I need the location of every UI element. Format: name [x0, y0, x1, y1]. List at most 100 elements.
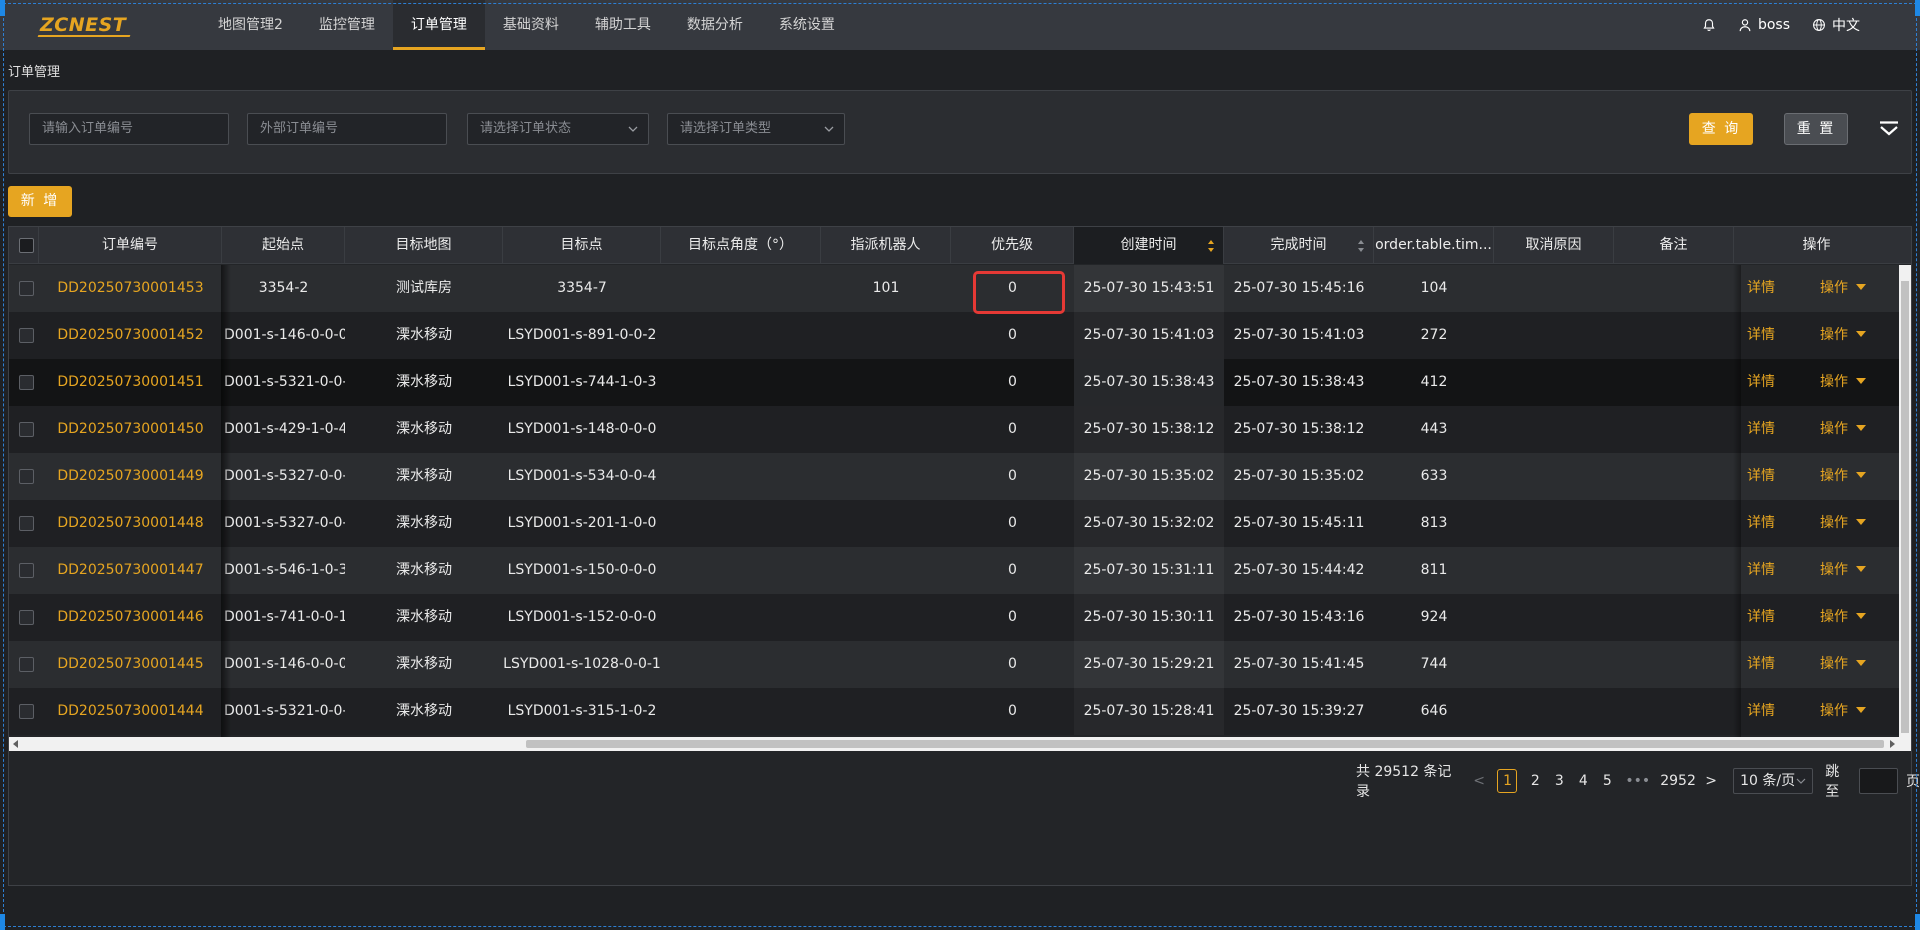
language-switch[interactable]: 中文 — [1812, 15, 1860, 35]
detail-link[interactable]: 详情 — [1747, 641, 1775, 688]
order-number-link[interactable]: DD20250730001452 — [39, 312, 222, 359]
row-checkbox[interactable] — [19, 469, 34, 484]
col-priority: 优先级 — [951, 227, 1074, 264]
select-all-checkbox[interactable] — [19, 238, 34, 253]
horizontal-scrollbar[interactable] — [9, 737, 1899, 751]
order-number-link[interactable]: DD20250730001444 — [39, 688, 222, 735]
detail-link[interactable]: 详情 — [1747, 406, 1775, 453]
nav-analytics[interactable]: 数据分析 — [669, 0, 761, 50]
page-4[interactable]: 4 — [1577, 773, 1589, 789]
operations-dropdown[interactable]: 操作 — [1820, 641, 1866, 688]
order-number-link[interactable]: DD20250730001445 — [39, 641, 222, 688]
operations-label: 操作 — [1820, 609, 1848, 625]
nav-map-management[interactable]: 地图管理2 — [200, 0, 301, 50]
scroll-left-icon[interactable] — [13, 740, 18, 748]
page-2[interactable]: 2 — [1529, 773, 1541, 789]
nav-monitoring[interactable]: 监控管理 — [301, 0, 393, 50]
detail-link[interactable]: 详情 — [1747, 500, 1775, 547]
sort-icon[interactable] — [1207, 239, 1215, 253]
table-row[interactable]: DD20250730001451 D001-s-5321-0-0-0 溧水移动 LSY… — [9, 359, 1911, 406]
page-1[interactable]: 1 — [1497, 769, 1518, 793]
row-checkbox[interactable] — [19, 516, 34, 531]
cancel-reason-cell — [1494, 453, 1614, 500]
detail-link[interactable]: 详情 — [1747, 453, 1775, 500]
next-page-icon[interactable]: > — [1705, 773, 1717, 789]
table-row[interactable]: DD20250730001453 3354-2 测试库房 3354-7 101 0 25-0… — [9, 265, 1911, 312]
row-checkbox[interactable] — [19, 563, 34, 578]
external-order-input[interactable]: 外部订单编号 — [247, 113, 447, 145]
table-row[interactable]: DD20250730001449 D001-s-5327-0-0-0 溧水移动 LSY… — [9, 453, 1911, 500]
table-row[interactable]: DD20250730001446 D001-s-741-0-0-1 溧水移动 LSYD… — [9, 594, 1911, 641]
scroll-right-icon[interactable] — [1890, 740, 1895, 748]
horizontal-scroll-thumb[interactable] — [526, 740, 1884, 748]
nav-tools[interactable]: 辅助工具 — [577, 0, 669, 50]
priority-cell: 0 — [1008, 327, 1017, 343]
query-button[interactable]: 查 询 — [1689, 113, 1753, 145]
col-target-angle: 目标点角度（°） — [661, 227, 821, 264]
detail-link[interactable]: 详情 — [1747, 594, 1775, 641]
row-checkbox[interactable] — [19, 704, 34, 719]
start-point-cell: 3354-2 — [258, 280, 309, 296]
operations-dropdown[interactable]: 操作 — [1820, 453, 1866, 500]
order-number-input[interactable]: 请输入订单编号 — [29, 113, 229, 145]
table-row[interactable]: DD20250730001450 D001-s-429-1-0-4 溧水移动 LSYD… — [9, 406, 1911, 453]
detail-link[interactable]: 详情 — [1747, 359, 1775, 406]
order-number-link[interactable]: DD20250730001449 — [39, 453, 222, 500]
detail-link[interactable]: 详情 — [1747, 547, 1775, 594]
operations-dropdown[interactable]: 操作 — [1820, 312, 1866, 359]
order-number-link[interactable]: DD20250730001448 — [39, 500, 222, 547]
row-checkbox[interactable] — [19, 328, 34, 343]
prev-page-icon[interactable]: < — [1473, 773, 1485, 789]
order-number-link[interactable]: DD20250730001451 — [39, 359, 222, 406]
col-created-time[interactable]: 创建时间 — [1074, 227, 1224, 264]
add-order-button[interactable]: 新 增 — [8, 186, 72, 217]
order-type-select[interactable]: 请选择订单类型 — [667, 113, 845, 145]
operations-dropdown[interactable]: 操作 — [1820, 265, 1866, 312]
logo[interactable]: ZCNEST — [40, 14, 126, 36]
nav-orders[interactable]: 订单管理 — [392, 0, 485, 50]
row-checkbox[interactable] — [19, 422, 34, 437]
collapse-filter-icon[interactable] — [1879, 121, 1899, 137]
vertical-scrollbar[interactable] — [1899, 265, 1911, 751]
caret-down-icon — [1856, 613, 1866, 619]
operations-dropdown[interactable]: 操作 — [1820, 594, 1866, 641]
page-ellipsis[interactable]: ••• — [1625, 773, 1650, 789]
target-angle-cell — [661, 406, 821, 453]
operations-dropdown[interactable]: 操作 — [1820, 547, 1866, 594]
vertical-scroll-thumb[interactable] — [1901, 281, 1909, 733]
reset-button[interactable]: 重 置 — [1784, 113, 1848, 145]
target-angle-cell — [661, 594, 821, 641]
nav-basic-data[interactable]: 基础资料 — [485, 0, 577, 50]
row-checkbox[interactable] — [19, 375, 34, 390]
table-row[interactable]: DD20250730001447 D001-s-546-1-0-3 溧水移动 LSYD… — [9, 547, 1911, 594]
operations-dropdown[interactable]: 操作 — [1820, 500, 1866, 547]
order-number-link[interactable]: DD20250730001450 — [39, 406, 222, 453]
user-menu[interactable]: boss — [1738, 17, 1790, 33]
order-status-select[interactable]: 请选择订单状态 — [467, 113, 649, 145]
order-number-link[interactable]: DD20250730001453 — [39, 265, 222, 312]
page-size-select[interactable]: 10 条/页 — [1733, 768, 1814, 794]
page-5[interactable]: 5 — [1601, 773, 1613, 789]
notification-button[interactable] — [1702, 18, 1716, 32]
table-row[interactable]: DD20250730001452 D001-s-146-0-0-0 溧水移动 LSYD… — [9, 312, 1911, 359]
order-number-link[interactable]: DD20250730001446 — [39, 594, 222, 641]
row-checkbox[interactable] — [19, 610, 34, 625]
detail-link[interactable]: 详情 — [1747, 312, 1775, 359]
operations-dropdown[interactable]: 操作 — [1820, 406, 1866, 453]
jump-page-input[interactable] — [1859, 768, 1898, 794]
detail-link[interactable]: 详情 — [1747, 265, 1775, 312]
operations-dropdown[interactable]: 操作 — [1820, 359, 1866, 406]
detail-link[interactable]: 详情 — [1747, 688, 1775, 735]
operations-dropdown[interactable]: 操作 — [1820, 688, 1866, 735]
row-checkbox[interactable] — [19, 281, 34, 296]
col-finished-time[interactable]: 完成时间 — [1224, 227, 1374, 264]
table-row[interactable]: DD20250730001444 D001-s-5321-0-0-0 溧水移动 LSY… — [9, 688, 1911, 735]
row-checkbox[interactable] — [19, 657, 34, 672]
table-row[interactable]: DD20250730001445 D001-s-146-0-0-0 溧水移动 LSYD… — [9, 641, 1911, 688]
page-3[interactable]: 3 — [1553, 773, 1565, 789]
order-number-link[interactable]: DD20250730001447 — [39, 547, 222, 594]
sort-icon[interactable] — [1357, 239, 1365, 253]
table-row[interactable]: DD20250730001448 D001-s-5327-0-0-0 溧水移动 LSY… — [9, 500, 1911, 547]
nav-settings[interactable]: 系统设置 — [761, 0, 853, 50]
page-last[interactable]: 2952 — [1660, 773, 1696, 789]
